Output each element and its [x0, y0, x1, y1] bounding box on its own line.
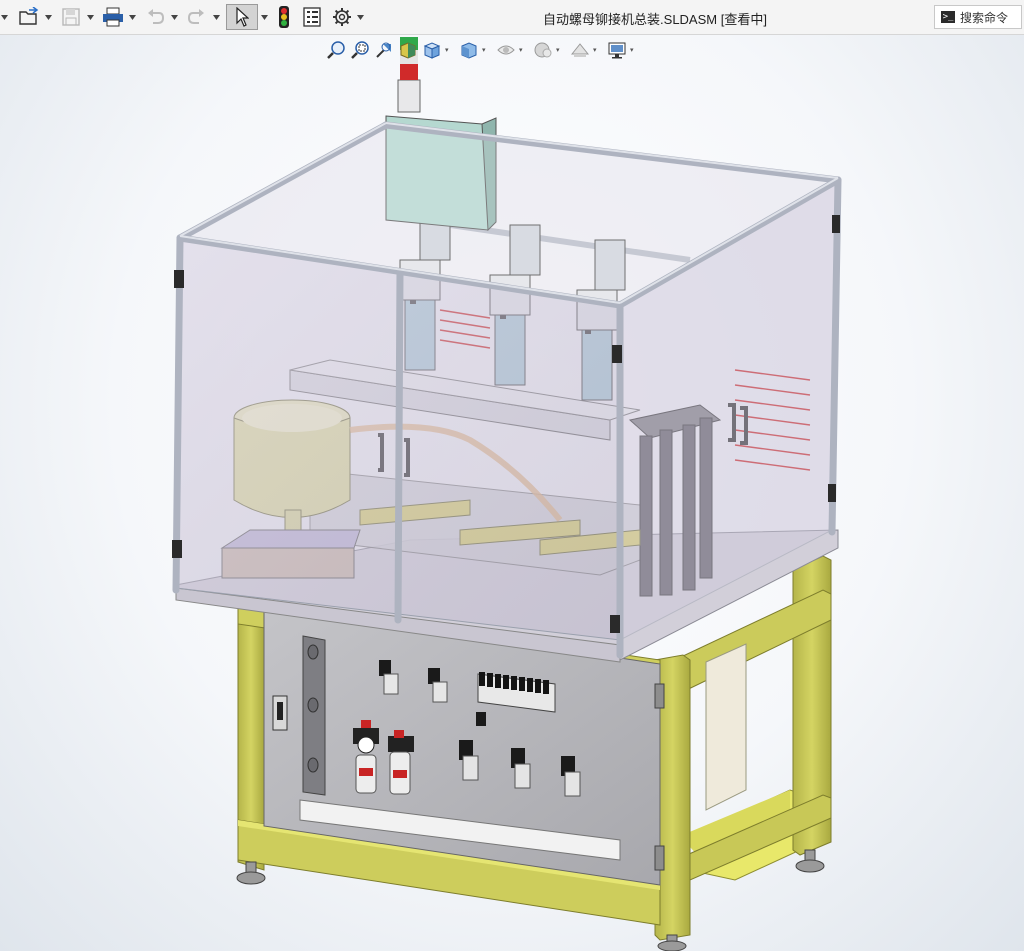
traffic-light-icon[interactable] — [274, 4, 294, 30]
previous-view-icon[interactable] — [373, 39, 395, 61]
redo-icon[interactable] — [184, 4, 210, 30]
display-style-caret[interactable]: ▾ — [482, 46, 490, 54]
save-icon[interactable] — [58, 4, 84, 30]
undo-caret[interactable] — [170, 10, 178, 24]
save-caret[interactable] — [86, 10, 94, 24]
graphics-viewport[interactable] — [0, 35, 1024, 951]
view-orientation-caret[interactable]: ▾ — [445, 46, 453, 54]
apply-scene-caret[interactable]: ▾ — [593, 46, 601, 54]
open-icon[interactable] — [16, 4, 42, 30]
view-settings-caret[interactable]: ▾ — [630, 46, 638, 54]
display-style-icon[interactable] — [458, 39, 480, 61]
file-properties-icon[interactable] — [300, 4, 324, 30]
print-caret[interactable] — [128, 10, 136, 24]
heads-up-view-toolbar: ▾ ▾ ▾ ▾ ▾ ▾ — [325, 37, 643, 63]
print-icon[interactable] — [100, 4, 126, 30]
section-view-icon[interactable] — [397, 39, 419, 61]
hide-show-caret[interactable]: ▾ — [519, 46, 527, 54]
select-icon[interactable] — [226, 4, 258, 30]
view-orientation-icon[interactable] — [421, 39, 443, 61]
command-prompt-icon: >_ — [941, 11, 955, 23]
zoom-to-fit-icon[interactable] — [325, 39, 347, 61]
apply-scene-icon[interactable] — [569, 39, 591, 61]
open-caret[interactable] — [44, 10, 52, 24]
menu-caret[interactable] — [0, 10, 8, 24]
zoom-to-area-icon[interactable] — [349, 39, 371, 61]
command-search-box[interactable]: >_ 搜索命令 — [934, 5, 1022, 29]
search-placeholder: 搜索命令 — [960, 10, 1009, 25]
panel-hinge-lower — [654, 845, 665, 871]
machine-assembly-model[interactable] — [0, 35, 1024, 951]
upper-enclosure — [172, 37, 842, 663]
title-bar: 自动螺母铆接机总装.SLDASM [查看中] >_ 搜索命令 — [0, 0, 1024, 35]
options-caret[interactable] — [356, 10, 364, 24]
edit-appearance-icon[interactable] — [532, 39, 554, 61]
view-settings-icon[interactable] — [606, 39, 628, 61]
redo-caret[interactable] — [212, 10, 220, 24]
options-gear-icon[interactable] — [330, 4, 354, 30]
undo-icon[interactable] — [142, 4, 168, 30]
panel-hinge-upper — [654, 683, 665, 709]
select-caret[interactable] — [260, 10, 268, 24]
edit-appearance-caret[interactable]: ▾ — [556, 46, 564, 54]
hide-show-items-icon[interactable] — [495, 39, 517, 61]
document-title: 自动螺母铆接机总装.SLDASM [查看中] — [543, 12, 767, 27]
